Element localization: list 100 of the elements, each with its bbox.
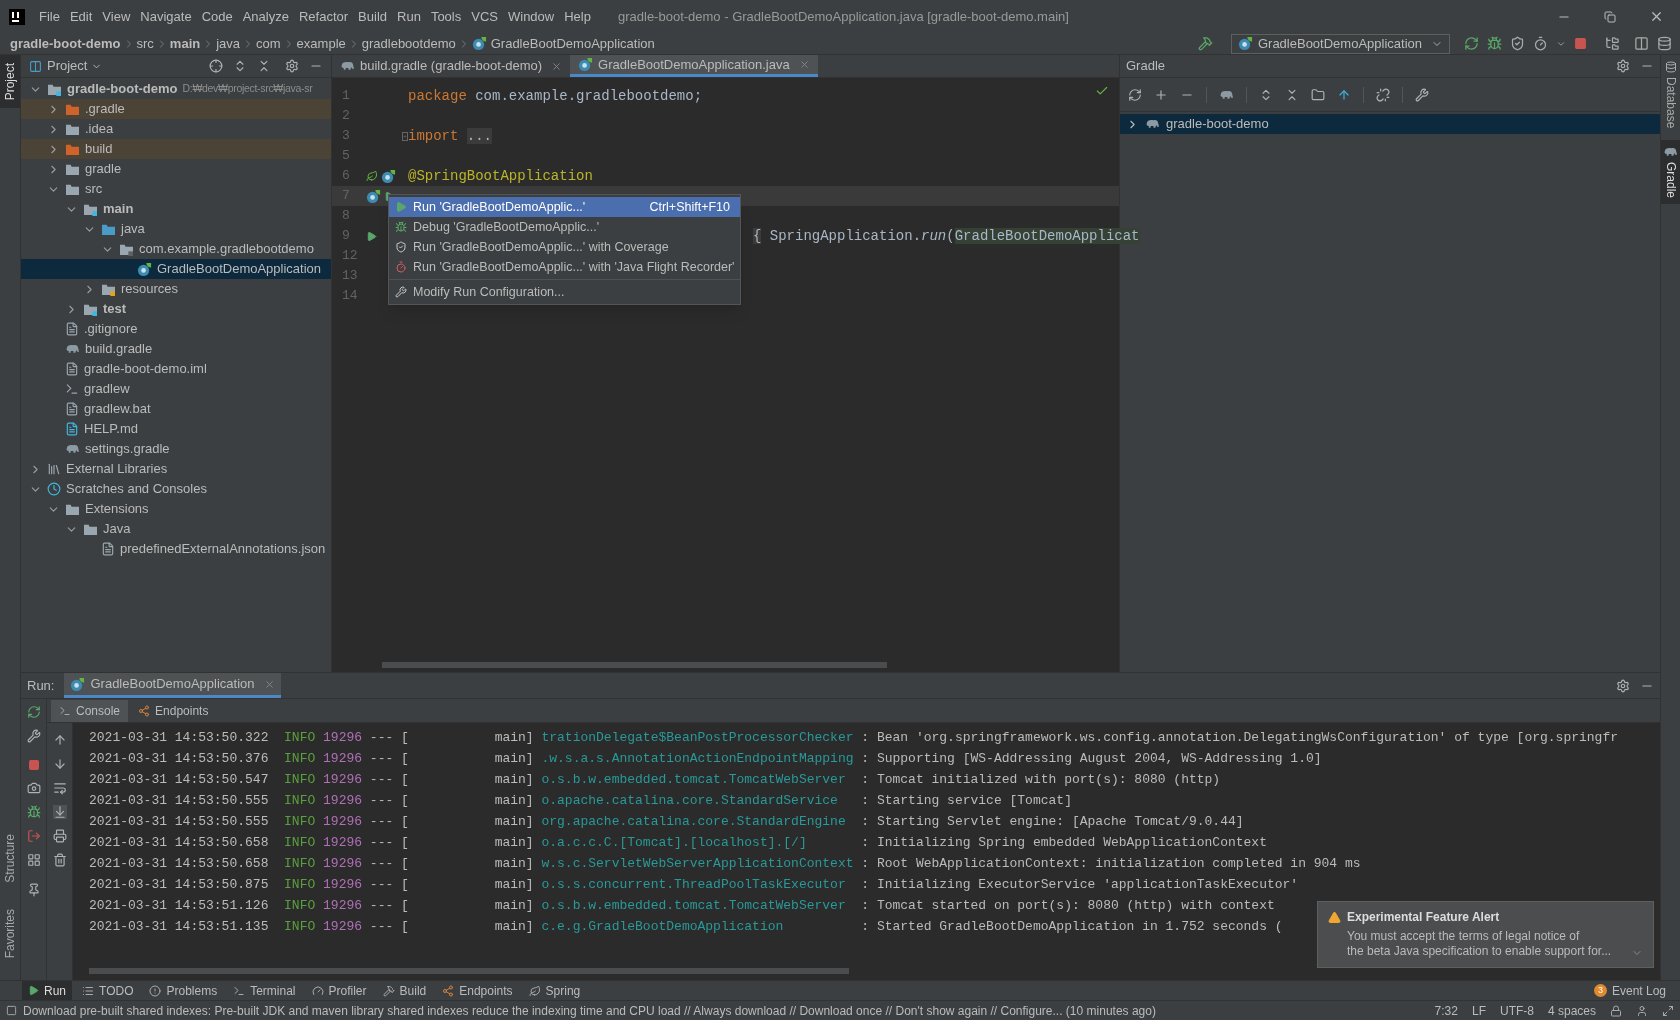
breadcrumb[interactable]: java: [216, 33, 241, 54]
tree-item[interactable]: HELP.md: [21, 419, 331, 439]
tree-item[interactable]: gradlew: [21, 379, 331, 399]
tool-window-tab[interactable]: Database: [1661, 55, 1680, 135]
editor-tab[interactable]: GradleBootDemoApplication.java: [570, 55, 818, 77]
stop-icon[interactable]: [27, 759, 40, 771]
pin-icon[interactable]: [26, 883, 41, 897]
debug-icon[interactable]: [1487, 36, 1502, 51]
exit-icon[interactable]: [26, 829, 41, 843]
menu-item[interactable]: Run 'GradleBootDemoApplic...' Ctrl+Shift+F10: [389, 197, 740, 217]
close-icon[interactable]: [1649, 9, 1664, 24]
add-icon[interactable]: [1154, 87, 1168, 102]
menu-item[interactable]: Navigate: [135, 4, 197, 29]
view-dropdown[interactable]: Project: [47, 56, 103, 76]
locate-icon[interactable]: [209, 59, 223, 73]
tool-window-tab[interactable]: Favorites: [0, 900, 20, 966]
wrap-icon[interactable]: [52, 781, 67, 795]
tool-window-button[interactable]: Run: [22, 980, 72, 1001]
trash-icon[interactable]: [52, 853, 67, 867]
event-log-button[interactable]: 3 Event Log: [1593, 981, 1666, 1000]
tree-item[interactable]: java: [21, 219, 331, 239]
menu-item[interactable]: File: [34, 4, 65, 29]
layout-icon[interactable]: [1634, 36, 1649, 51]
tree-item[interactable]: .gradle: [21, 99, 331, 119]
menu-item[interactable]: Refactor: [293, 4, 354, 29]
run-configuration-dropdown[interactable]: GradleBootDemoApplication: [1230, 33, 1450, 54]
tree-item[interactable]: gradle-boot-demo D:₩dev₩project-src₩java-sr: [21, 79, 331, 99]
breadcrumb[interactable]: gradle-boot-demo: [10, 33, 121, 54]
leaf-icon[interactable]: [366, 170, 378, 182]
status-icon[interactable]: [6, 1005, 17, 1016]
menu-item[interactable]: Code: [196, 4, 238, 29]
status-item[interactable]: 4 spaces: [1547, 1001, 1596, 1020]
tree-item[interactable]: gradle-boot-demo: [1120, 114, 1660, 134]
lock-icon[interactable]: [1610, 1004, 1622, 1017]
run-icon[interactable]: [366, 230, 377, 242]
tree-item[interactable]: .gitignore: [21, 319, 331, 339]
coverage-icon[interactable]: [1510, 36, 1525, 51]
breadcrumb[interactable]: GradleBootDemoApplication: [490, 33, 655, 54]
console-tab[interactable]: Endpoints: [130, 699, 217, 722]
tree-item[interactable]: External Libraries: [21, 459, 331, 479]
database-icon[interactable]: [1657, 36, 1672, 51]
wrench-icon[interactable]: [1415, 87, 1429, 102]
breadcrumb[interactable]: main: [169, 33, 201, 54]
breadcrumb[interactable]: gradlebootdemo: [361, 33, 456, 54]
user-icon[interactable]: [1636, 1004, 1648, 1017]
folder-icon[interactable]: [1311, 87, 1325, 102]
breadcrumb[interactable]: com: [256, 33, 281, 54]
tree-item[interactable]: settings.gradle: [21, 439, 331, 459]
collapse-all-icon[interactable]: [257, 59, 271, 73]
bug-icon[interactable]: [26, 805, 41, 819]
rerun-icon[interactable]: [26, 705, 41, 719]
tree-item[interactable]: predefinedExternalAnnotations.json: [21, 539, 331, 559]
menu-item[interactable]: Debug 'GradleBootDemoApplic...': [389, 217, 740, 237]
rerun-icon[interactable]: [1464, 36, 1479, 51]
settings-icon[interactable]: [285, 59, 299, 73]
run-tab[interactable]: GradleBootDemoApplication: [64, 673, 281, 698]
close-icon[interactable]: [551, 60, 563, 72]
camera-icon[interactable]: [26, 781, 41, 795]
menu-item[interactable]: Tools: [425, 4, 467, 29]
tree-item[interactable]: gradle: [21, 159, 331, 179]
menu-item[interactable]: Run 'GradleBootDemoApplic...' with 'Java Flight Recorder': [389, 257, 740, 277]
up-icon[interactable]: [52, 733, 67, 747]
menu-item[interactable]: Build: [353, 4, 392, 29]
memory-icon[interactable]: [1662, 1004, 1674, 1017]
tree-item[interactable]: test: [21, 299, 331, 319]
breadcrumb[interactable]: src: [136, 33, 154, 54]
menu-item[interactable]: Run: [392, 4, 426, 29]
status-item[interactable]: 7:32: [1434, 1001, 1458, 1020]
console-tab[interactable]: Console: [51, 699, 129, 722]
tree-item[interactable]: build: [21, 139, 331, 159]
status-item[interactable]: UTF-8: [1499, 1001, 1534, 1020]
build-icon[interactable]: [1197, 36, 1213, 51]
reload-icon[interactable]: [1128, 87, 1142, 102]
editor-tab[interactable]: build.gradle (gradle-boot-demo): [332, 55, 571, 77]
tool-window-tab[interactable]: Project: [0, 55, 20, 109]
layout-icon[interactable]: [26, 853, 41, 867]
menu-item[interactable]: Modify Run Configuration...: [389, 282, 740, 302]
menu-item[interactable]: Run 'GradleBootDemoApplic...' with Coverage: [389, 237, 740, 257]
down-icon[interactable]: [52, 757, 67, 771]
tree-item[interactable]: build.gradle: [21, 339, 331, 359]
tool-window-button[interactable]: Problems: [143, 980, 224, 1001]
menu-item[interactable]: Window: [502, 4, 560, 29]
tool-window-button[interactable]: Build: [376, 980, 433, 1001]
menu-item[interactable]: Analyze: [237, 4, 294, 29]
menu-item[interactable]: Edit: [64, 4, 98, 29]
tool-window-button[interactable]: Profiler: [305, 980, 373, 1001]
tree-item[interactable]: gradle-boot-demo.iml: [21, 359, 331, 379]
wrench-icon[interactable]: [26, 729, 41, 743]
breadcrumb[interactable]: example: [296, 33, 346, 54]
tree-item[interactable]: resources: [21, 279, 331, 299]
tree-item[interactable]: GradleBootDemoApplication: [21, 259, 331, 279]
status-item[interactable]: LF: [1471, 1001, 1486, 1020]
collapse-all-icon[interactable]: [1285, 87, 1299, 102]
scroll-to-end-icon[interactable]: [52, 805, 67, 819]
tree-item[interactable]: .idea: [21, 119, 331, 139]
stop-icon[interactable]: [1574, 37, 1587, 50]
tree-item[interactable]: Extensions: [21, 499, 331, 519]
menu-item[interactable]: View: [97, 4, 136, 29]
settings-icon[interactable]: [1616, 678, 1630, 693]
fold-icon[interactable]: [402, 131, 408, 141]
